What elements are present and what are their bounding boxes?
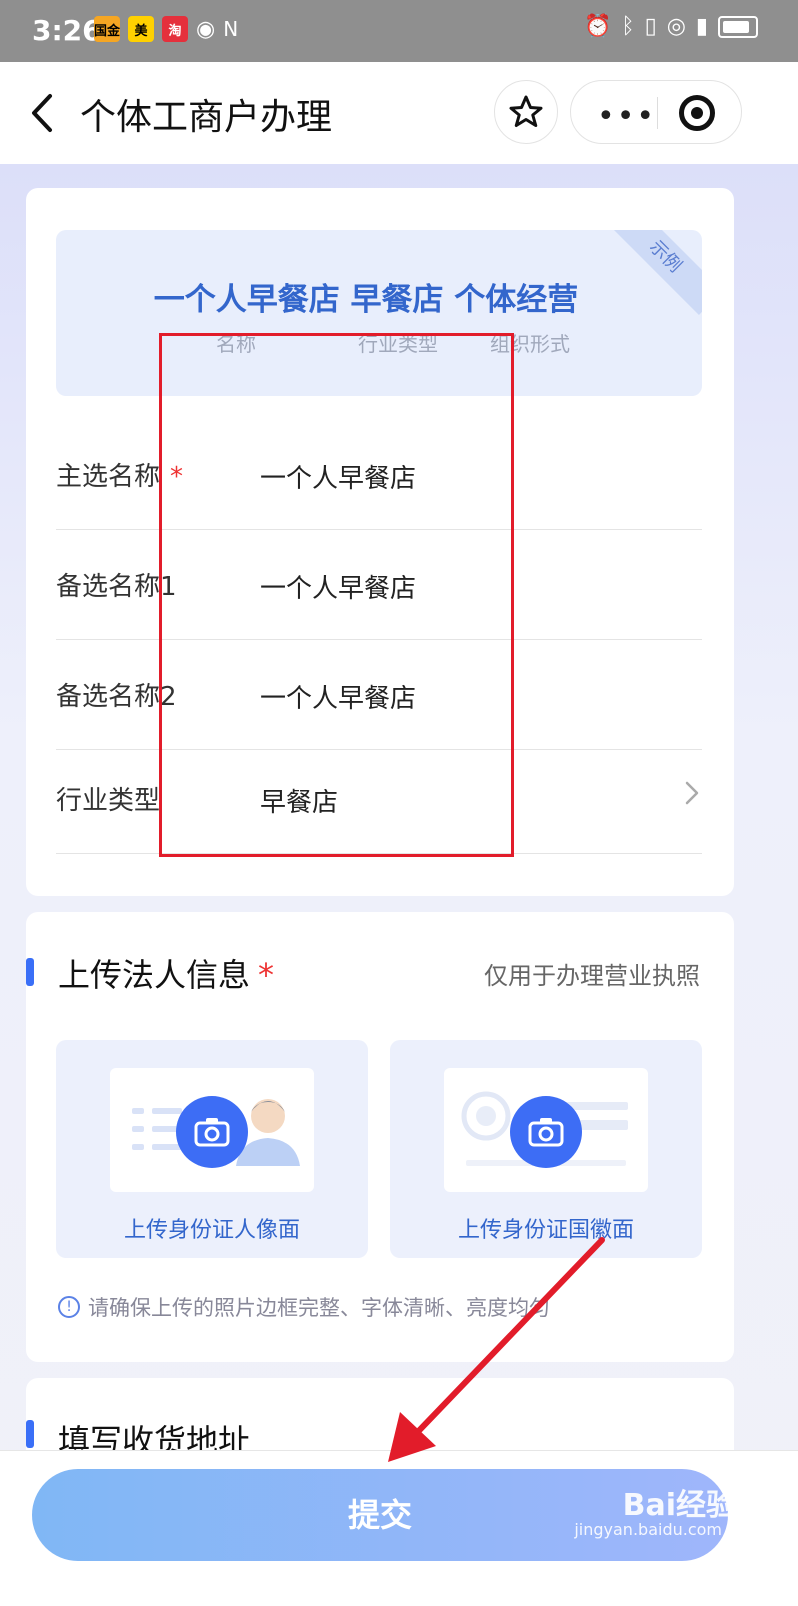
- upload-id-back[interactable]: 上传身份证国徽面: [390, 1040, 702, 1258]
- page-title: 个体工商户办理: [80, 97, 333, 138]
- legal-section-note: 仅用于办理营业执照: [484, 962, 700, 990]
- example-main-text: 一个人早餐店 早餐店 个体经营: [153, 282, 579, 318]
- status-time: 3:26: [32, 14, 102, 47]
- app-badge-2: 美: [128, 16, 154, 42]
- upload-id-front[interactable]: 上传身份证人像面: [56, 1040, 368, 1258]
- legal-person-card: 上传法人信息 * 仅用于办理营业执照 上传身份证人像面 上传身份证国徽面 ! 请…: [26, 912, 734, 1362]
- nfc-icon: N: [223, 17, 239, 41]
- more-icon[interactable]: •••: [597, 99, 656, 134]
- nav-header: 个体工商户办理 •••: [0, 62, 798, 164]
- upload-tip: ! 请确保上传的照片边框完整、字体清晰、亮度均匀: [58, 1292, 550, 1322]
- legal-section-title: 上传法人信息 *: [58, 956, 275, 994]
- upload-tip-text: 请确保上传的照片边框完整、字体清晰、亮度均匀: [88, 1296, 550, 1320]
- close-miniapp-icon[interactable]: [679, 95, 715, 131]
- section-accent-bar: [26, 1420, 34, 1448]
- watermark-logo: Bai经验: [622, 1488, 736, 1523]
- hotspot-icon: ◎: [666, 14, 686, 39]
- status-app-icons: 国金 美 淘 ◉ N: [94, 16, 238, 42]
- vibrate-icon: ▯: [644, 14, 657, 39]
- bluetooth-icon: ᛒ: [621, 14, 635, 39]
- camera-icon[interactable]: [176, 1096, 248, 1168]
- signal-icon: ▮: [695, 14, 708, 39]
- capsule-divider: [657, 97, 658, 129]
- status-bar: 3:26 国金 美 淘 ◉ N ⏰ ᛒ ▯ ◎ ▮: [0, 0, 798, 62]
- favorite-button[interactable]: [494, 80, 558, 144]
- status-right-icons: ⏰ ᛒ ▯ ◎ ▮: [584, 14, 758, 39]
- industry-type-label: 行业类型: [56, 786, 161, 816]
- info-icon: !: [58, 1296, 80, 1318]
- upload-front-label: 上传身份证人像面: [123, 1218, 300, 1243]
- back-arrow-icon[interactable]: [22, 88, 62, 138]
- app-badge-1: 国金: [94, 16, 120, 42]
- required-mark: *: [258, 956, 275, 994]
- alarm-icon: ⏰: [583, 14, 612, 39]
- miniapp-capsule: •••: [570, 80, 742, 144]
- battery-icon: [718, 15, 758, 38]
- app-badge-3: 淘: [162, 16, 188, 42]
- section-accent-bar: [26, 958, 34, 986]
- watermark-url: jingyan.baidu.com: [574, 1520, 722, 1539]
- star-icon: [509, 95, 543, 127]
- upload-back-label: 上传身份证国徽面: [457, 1218, 634, 1243]
- camera-icon[interactable]: [510, 1096, 582, 1168]
- annotation-highlight-box: [159, 333, 514, 857]
- chevron-right-icon[interactable]: [682, 778, 702, 808]
- eye-icon: ◉: [196, 16, 216, 42]
